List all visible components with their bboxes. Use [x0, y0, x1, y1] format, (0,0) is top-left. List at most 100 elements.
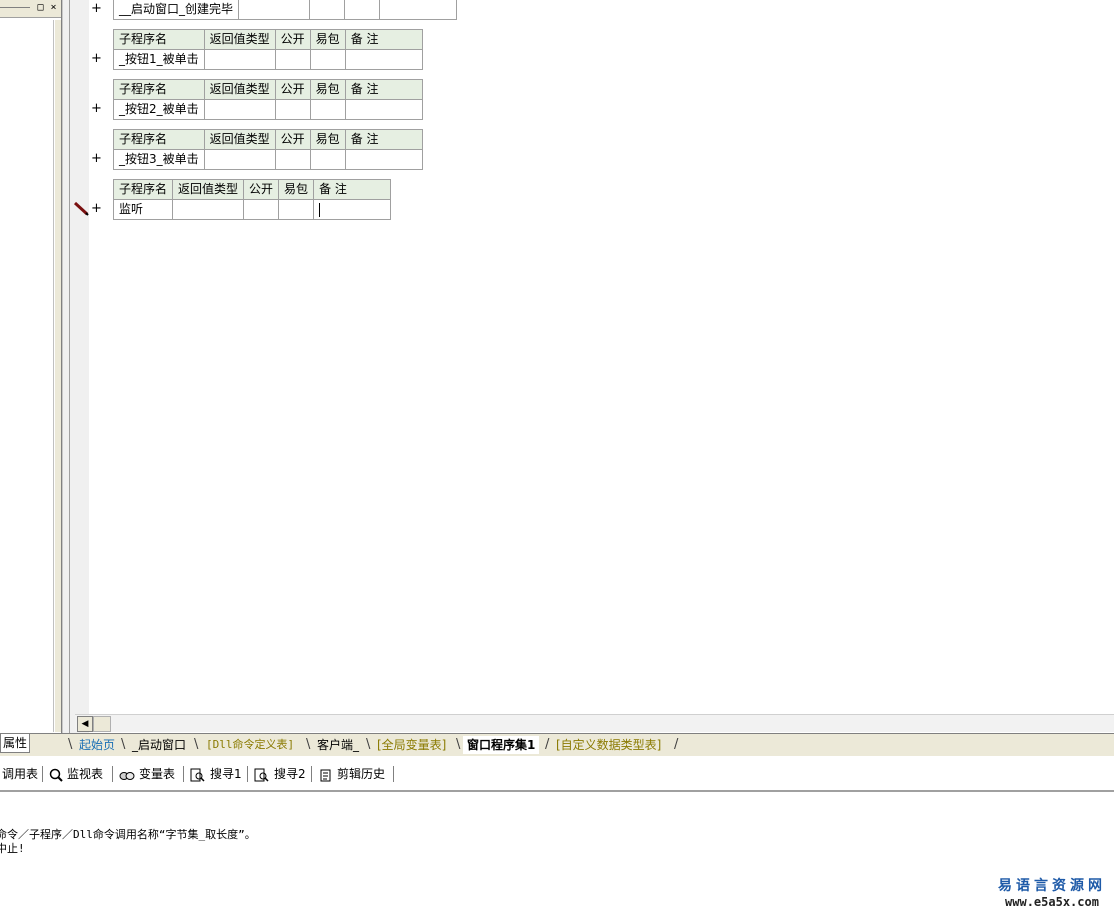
scrollbar-thumb[interactable] — [93, 716, 111, 732]
tab-dll-commands[interactable]: [Dll命令定义表] — [202, 736, 298, 754]
header-epackage: 易包 — [309, 129, 346, 150]
remark-cell[interactable] — [344, 99, 423, 120]
remark-cell[interactable] — [379, 0, 458, 20]
toolbar-separator — [112, 766, 113, 782]
pencil-icon — [73, 201, 89, 216]
restore-icon[interactable]: □ — [35, 2, 46, 13]
tab-window-program-set[interactable]: 窗口程序集1 — [463, 736, 540, 754]
remark-cell[interactable] — [344, 149, 423, 170]
header-remark: 备 注 — [313, 179, 392, 200]
code-editor[interactable]: + __启动窗口_创建完毕 + 子程序名 返回值类型 公开 易包 备 注 _按钮… — [89, 0, 1114, 733]
search2-button[interactable]: 搜寻2 — [254, 765, 306, 783]
tab-separator: \ — [456, 737, 461, 752]
epackage-cell[interactable] — [309, 49, 346, 70]
expand-toggle[interactable]: + — [91, 2, 102, 16]
tab-custom-data-types[interactable]: [自定义数据类型表] — [552, 736, 665, 754]
watermark-url: www.e5a5x.com — [1005, 895, 1099, 909]
header-name: 子程序名 — [113, 79, 205, 100]
bottom-toolbar: 调用表 监视表 变量表 搜寻1 搜寻2 剪辑历史 — [0, 756, 1114, 792]
horizontal-scrollbar[interactable]: ◀ — [75, 714, 1114, 732]
header-name: 子程序名 — [113, 29, 205, 50]
subroutine-name-cell[interactable]: __启动窗口_创建完毕 — [112, 0, 240, 20]
header-epackage: 易包 — [309, 79, 346, 100]
clip-history-button[interactable]: 剪辑历史 — [319, 765, 385, 783]
remark-cell[interactable] — [344, 49, 423, 70]
tab-separator: \ — [306, 737, 311, 752]
expand-toggle[interactable]: + — [91, 152, 102, 166]
clipboard-icon — [320, 769, 331, 781]
return-type-cell[interactable] — [203, 99, 276, 120]
header-return-type: 返回值类型 — [172, 179, 245, 200]
subroutine-table-4: 子程序名 返回值类型 公开 易包 备 注 监听 — [112, 179, 392, 220]
epackage-cell[interactable] — [309, 149, 346, 170]
scroll-left-icon[interactable]: ◀ — [77, 716, 93, 732]
return-type-cell[interactable] — [238, 0, 311, 20]
toolbar-separator — [42, 766, 43, 782]
public-cell[interactable] — [243, 199, 280, 220]
tab-global-variables[interactable]: [全局变量表] — [373, 736, 450, 754]
left-panel-titlebar: □ × — [0, 0, 61, 18]
output-line: 中止! — [0, 842, 25, 855]
tab-separator: / — [545, 737, 550, 752]
watermark-title: 易语言资源网 — [998, 878, 1106, 894]
left-panel: □ × — [0, 0, 62, 733]
epackage-cell[interactable] — [344, 0, 381, 20]
watch-table-label: 监视表 — [67, 767, 104, 781]
header-return-type: 返回值类型 — [203, 29, 276, 50]
expand-toggle[interactable]: + — [91, 102, 102, 116]
expand-toggle[interactable]: + — [91, 202, 102, 216]
toolbar-separator — [311, 766, 312, 782]
subroutine-name-cell[interactable]: _按钮3_被单击 — [113, 149, 205, 170]
remark-cell[interactable] — [313, 199, 392, 220]
magnifier-icon — [49, 768, 63, 782]
tab-properties[interactable]: 属性 — [0, 734, 31, 753]
epackage-cell[interactable] — [309, 99, 346, 120]
header-remark: 备 注 — [344, 29, 423, 50]
tab-start-page[interactable]: 起始页 — [75, 736, 119, 754]
search2-label: 搜寻2 — [274, 767, 306, 781]
return-type-cell[interactable] — [203, 49, 276, 70]
tab-strip: 属性 \ 起始页 \ _启动窗口 \ [Dll命令定义表] \ 客户端_ \ [… — [0, 733, 1114, 757]
subroutine-name-cell[interactable]: _按钮2_被单击 — [113, 99, 205, 120]
watch-table-button[interactable]: 监视表 — [49, 765, 103, 783]
search1-button[interactable]: 搜寻1 — [190, 765, 242, 783]
variables-icon — [119, 771, 135, 780]
epackage-cell[interactable] — [278, 199, 315, 220]
text-cursor — [319, 202, 321, 217]
editor-gutter — [62, 0, 90, 733]
call-table-button[interactable]: 调用表 — [2, 765, 38, 783]
header-remark: 备 注 — [344, 79, 423, 100]
subroutine-name-cell[interactable]: _按钮1_被单击 — [113, 49, 205, 70]
header-name: 子程序名 — [112, 179, 174, 200]
subroutine-table-0: __启动窗口_创建完毕 — [112, 0, 458, 20]
subroutine-name-cell[interactable]: 监听 — [112, 199, 174, 220]
search1-label: 搜寻1 — [210, 767, 242, 781]
tab-client[interactable]: 客户端_ — [313, 736, 363, 754]
call-table-label: 调用表 — [2, 767, 39, 781]
header-epackage: 易包 — [309, 29, 346, 50]
subroutine-table-3: 子程序名 返回值类型 公开 易包 备 注 _按钮3_被单击 — [113, 129, 423, 170]
header-public: 公开 — [274, 79, 311, 100]
return-type-cell[interactable] — [172, 199, 245, 220]
public-cell[interactable] — [274, 99, 311, 120]
public-cell[interactable] — [309, 0, 346, 20]
public-cell[interactable] — [274, 49, 311, 70]
public-cell[interactable] — [274, 149, 311, 170]
toolbar-separator — [183, 766, 184, 782]
left-panel-scrollbar[interactable] — [55, 20, 61, 732]
header-return-type: 返回值类型 — [203, 129, 276, 150]
clip-history-label: 剪辑历史 — [337, 767, 386, 781]
close-icon[interactable]: × — [48, 2, 59, 13]
expand-toggle[interactable]: + — [91, 52, 102, 66]
left-panel-title-line — [0, 7, 30, 8]
header-public: 公开 — [243, 179, 280, 200]
tab-startup-window[interactable]: _启动窗口 — [128, 736, 190, 754]
header-public: 公开 — [274, 129, 311, 150]
tab-separator: \ — [366, 737, 371, 752]
output-panel[interactable]: 命令／子程序／Dll命令调用名称“字节集_取长度”。 中止! — [0, 792, 1114, 915]
variable-table-button[interactable]: 变量表 — [119, 765, 175, 783]
return-type-cell[interactable] — [203, 149, 276, 170]
variable-table-label: 变量表 — [139, 767, 176, 781]
header-remark: 备 注 — [344, 129, 423, 150]
tab-separator: \ — [194, 737, 199, 752]
